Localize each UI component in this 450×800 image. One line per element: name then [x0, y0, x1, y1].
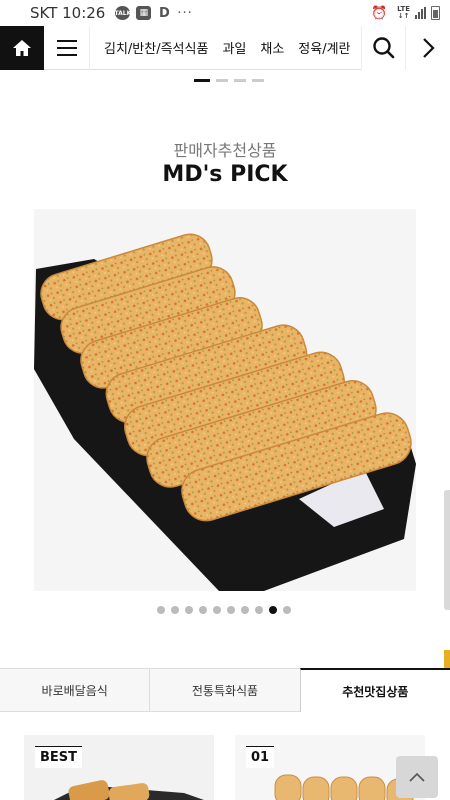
category-item[interactable]: 채소 [260, 38, 284, 57]
more-notifications-icon: ··· [177, 5, 193, 21]
banner-pager-dot[interactable] [252, 79, 264, 82]
signal-icon [415, 7, 426, 19]
side-scroll-handle[interactable] [444, 490, 450, 610]
category-nav: 김치/반찬/즉석식품 과일 채소 정육/계란 [90, 26, 361, 70]
category-item[interactable]: 과일 [222, 38, 246, 57]
carrier-time: SKT 10:26 [30, 4, 106, 22]
best-badge: BEST [35, 746, 83, 768]
alarm-icon: ⏰ [371, 5, 388, 21]
tab-direct-delivery[interactable]: 바로배달음식 [0, 668, 150, 712]
search-icon [372, 36, 394, 58]
product-card[interactable]: BEST [24, 735, 214, 800]
status-bar: SKT 10:26 TALK ▦ D ··· ⏰ LTE ↓↑ [0, 0, 450, 26]
slide-pager-dot[interactable] [157, 606, 165, 614]
slide-pager-dot[interactable] [199, 606, 207, 614]
top-navigation: 김치/반찬/즉석식품 과일 채소 정육/계란 [0, 25, 450, 70]
slide-pager-dot[interactable] [227, 606, 235, 614]
chevron-right-icon [423, 37, 435, 58]
section-title: MD's PICK [162, 162, 288, 187]
slide-pager-dot[interactable] [255, 606, 263, 614]
menu-button[interactable] [44, 25, 90, 70]
home-button[interactable] [0, 25, 44, 70]
slide-pager-dot[interactable] [269, 606, 277, 614]
category-item[interactable]: 김치/반찬/즉석식품 [104, 38, 208, 57]
product-image[interactable] [34, 209, 416, 591]
fish-cake-photo [34, 209, 416, 591]
banner-pager [194, 79, 264, 82]
scroll-to-top-button[interactable] [396, 756, 438, 798]
tab-recommended-restaurant[interactable]: 추천맛집상품 [299, 668, 450, 712]
hamburger-icon [56, 39, 77, 56]
banner-pager-dot[interactable] [194, 79, 210, 82]
slide-pager-dot[interactable] [171, 606, 179, 614]
talk-icon: TALK [114, 6, 131, 20]
chevron-up-icon [409, 772, 425, 782]
slide-pager-dot[interactable] [185, 606, 193, 614]
category-item[interactable]: 정육/계란 [298, 38, 350, 57]
slide-pager-dot[interactable] [241, 606, 249, 614]
tab-traditional-food[interactable]: 전통특화식품 [149, 668, 300, 712]
search-button[interactable] [361, 25, 405, 70]
slide-pager [157, 606, 291, 614]
slide-pager-dot[interactable] [283, 606, 291, 614]
banner-pager-dot[interactable] [216, 79, 228, 82]
lte-icon: LTE ↓↑ [397, 5, 410, 20]
rank-badge: 01 [246, 746, 275, 768]
battery-icon [431, 6, 440, 20]
image-icon: ▦ [136, 6, 152, 20]
banner-pager-dot[interactable] [234, 79, 246, 82]
section-subtitle: 판매자추천상품 [173, 141, 277, 160]
home-icon [13, 39, 31, 56]
d-icon: D [158, 5, 170, 21]
category-tabs: 바로배달음식 전통특화식품 추천맛집상품 [0, 668, 450, 712]
slide-pager-dot[interactable] [213, 606, 221, 614]
next-category-button[interactable] [405, 25, 450, 70]
